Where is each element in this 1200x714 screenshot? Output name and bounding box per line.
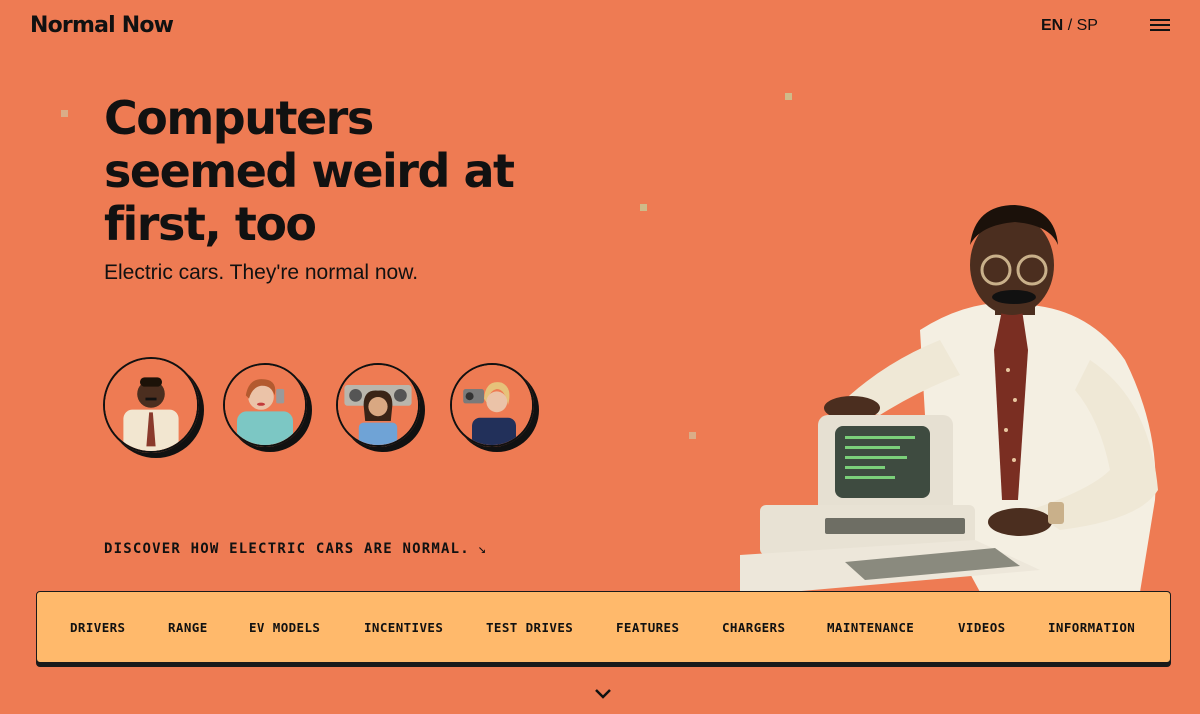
avatar-boombox-man[interactable]	[336, 363, 420, 447]
nav-item-test-drives[interactable]: TEST DRIVES	[486, 620, 573, 635]
lang-separator: /	[1067, 17, 1073, 34]
nav-item-chargers[interactable]: CHARGERS	[722, 620, 785, 635]
avatar-computer-guy[interactable]	[103, 357, 199, 453]
language-switcher: EN / SP	[1041, 17, 1098, 35]
nav-item-maintenance[interactable]: MAINTENANCE	[827, 620, 914, 635]
nav-item-videos[interactable]: VIDEOS	[958, 620, 1006, 635]
nav-item-incentives[interactable]: INCENTIVES	[364, 620, 443, 635]
hero-man-with-computer-image	[740, 205, 1158, 592]
discover-cta-link[interactable]: DISCOVER HOW ELECTRIC CARS ARE NORMAL. ↘	[104, 541, 488, 557]
decorative-dot	[689, 432, 696, 439]
nav-item-information[interactable]: INFORMATION	[1048, 620, 1135, 635]
cta-label: DISCOVER HOW ELECTRIC CARS ARE NORMAL.	[104, 541, 470, 557]
hamburger-icon[interactable]	[1150, 19, 1170, 33]
lang-en-link[interactable]: EN	[1041, 17, 1063, 34]
lang-sp-link[interactable]: SP	[1077, 17, 1098, 34]
avatar-camera-woman[interactable]	[450, 363, 534, 447]
nav-item-ev-models[interactable]: EV MODELS	[249, 620, 320, 635]
avatar-phone-woman[interactable]	[223, 363, 307, 447]
hero-subheadline: Electric cars. They're normal now.	[104, 261, 419, 284]
decorative-dot	[61, 110, 68, 117]
chevron-down-icon[interactable]	[594, 688, 612, 700]
arrow-down-right-icon: ↘	[477, 541, 488, 557]
nav-item-drivers[interactable]: DRIVERS	[70, 620, 125, 635]
decorative-dot	[785, 93, 792, 100]
hero-headline: Computers seemed weird at first, too	[104, 91, 515, 251]
nav-item-features[interactable]: FEATURES	[616, 620, 679, 635]
decorative-dot	[640, 204, 647, 211]
logo[interactable]: Normal Now	[30, 13, 174, 38]
category-nav: DRIVERS RANGE EV MODELS INCENTIVES TEST …	[36, 591, 1171, 663]
nav-item-range[interactable]: RANGE	[168, 620, 208, 635]
